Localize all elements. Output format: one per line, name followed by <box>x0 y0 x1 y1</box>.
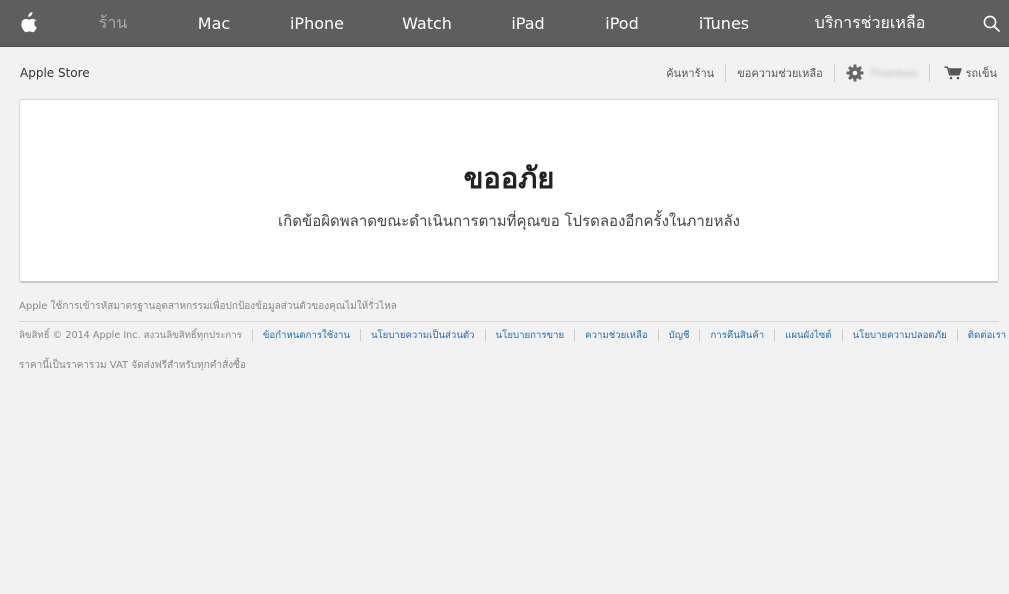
footer-link-security[interactable]: นโยบายความปลอดภัย <box>853 328 947 343</box>
nav-item-watch[interactable]: Watch <box>374 0 480 47</box>
error-title: ขออภัย <box>463 160 555 195</box>
footer-link-contact[interactable]: ติดต่อเรา <box>968 328 1006 343</box>
footer-link-help[interactable]: ความช่วยเหลือ <box>585 328 647 343</box>
account-menu[interactable]: Thonbeo <box>835 64 929 82</box>
footer: Apple ใช้การเข้ารหัสมาตรฐานอุตสาหกรรมเพื… <box>19 299 1006 373</box>
divider <box>251 329 253 341</box>
apple-logo-icon <box>21 12 37 33</box>
search-store-link[interactable]: ค้นหาร้าน <box>655 64 725 82</box>
help-link[interactable]: ขอความช่วยเหลือ <box>726 64 834 82</box>
nav-item-itunes[interactable]: iTunes <box>668 0 780 47</box>
footer-link-sitemap[interactable]: แผนผังไซต์ <box>785 328 831 343</box>
price-note: ราคานี้เป็นราคารวม VAT จัดส่งฟรีสำหรับทุ… <box>19 360 246 371</box>
divider <box>359 329 361 341</box>
store-header: Apple Store ค้นหาร้าน ขอความช่วยเหลือ Th… <box>0 47 1009 99</box>
nav-item-mac[interactable]: Mac <box>168 0 260 47</box>
apple-logo-link[interactable] <box>0 0 58 47</box>
legal-bar: ลิขสิทธิ์ © 2014 Apple Inc. สงวนลิขสิทธิ… <box>19 322 1006 348</box>
search-icon <box>983 15 1000 32</box>
cart-icon <box>944 66 962 80</box>
divider <box>956 329 958 341</box>
nav-item-store[interactable]: ร้าน <box>58 0 168 47</box>
cart-label: รถเข็น <box>965 67 997 80</box>
divider <box>774 329 776 341</box>
nav-item-support[interactable]: บริการช่วยเหลือ <box>780 0 960 47</box>
search-button[interactable] <box>973 0 1009 47</box>
error-body: เกิดข้อผิดพลาดขณะดำเนินการตามที่คุณขอ โป… <box>278 211 740 230</box>
nav-item-iphone[interactable]: iPhone <box>260 0 374 47</box>
footer-link-sales-policy[interactable]: นโยบายการขาย <box>496 328 565 343</box>
divider <box>841 329 843 341</box>
footer-link-account[interactable]: บัญชี <box>669 328 690 343</box>
error-message-box: ขออภัย เกิดข้อผิดพลาดขณะดำเนินการตามที่ค… <box>19 99 999 283</box>
divider <box>699 329 701 341</box>
copyright: ลิขสิทธิ์ © 2014 Apple Inc. สงวนลิขสิทธิ… <box>19 329 242 341</box>
security-note: Apple ใช้การเข้ารหัสมาตรฐานอุตสาหกรรมเพื… <box>19 301 397 312</box>
gear-icon <box>846 64 864 82</box>
global-nav: ร้าน Mac iPhone Watch iPad iPod iTunes บ… <box>0 0 1009 47</box>
cart-link[interactable]: รถเข็น <box>930 64 997 82</box>
store-brand[interactable]: Apple Store <box>20 66 90 80</box>
divider <box>484 329 486 341</box>
footer-link-terms[interactable]: ข้อกำหนดการใช้งาน <box>263 328 350 343</box>
nav-item-ipad[interactable]: iPad <box>480 0 576 47</box>
footer-link-privacy[interactable]: นโยบายความเป็นส่วนตัว <box>371 328 475 343</box>
nav-item-ipod[interactable]: iPod <box>576 0 668 47</box>
divider <box>657 329 659 341</box>
footer-link-returns[interactable]: การคืนสินค้า <box>710 328 764 343</box>
account-name: Thonbeo <box>869 66 918 80</box>
divider <box>574 329 576 341</box>
store-header-links: ค้นหาร้าน ขอความช่วยเหลือ Thonbeo รถเข็น <box>655 64 997 82</box>
